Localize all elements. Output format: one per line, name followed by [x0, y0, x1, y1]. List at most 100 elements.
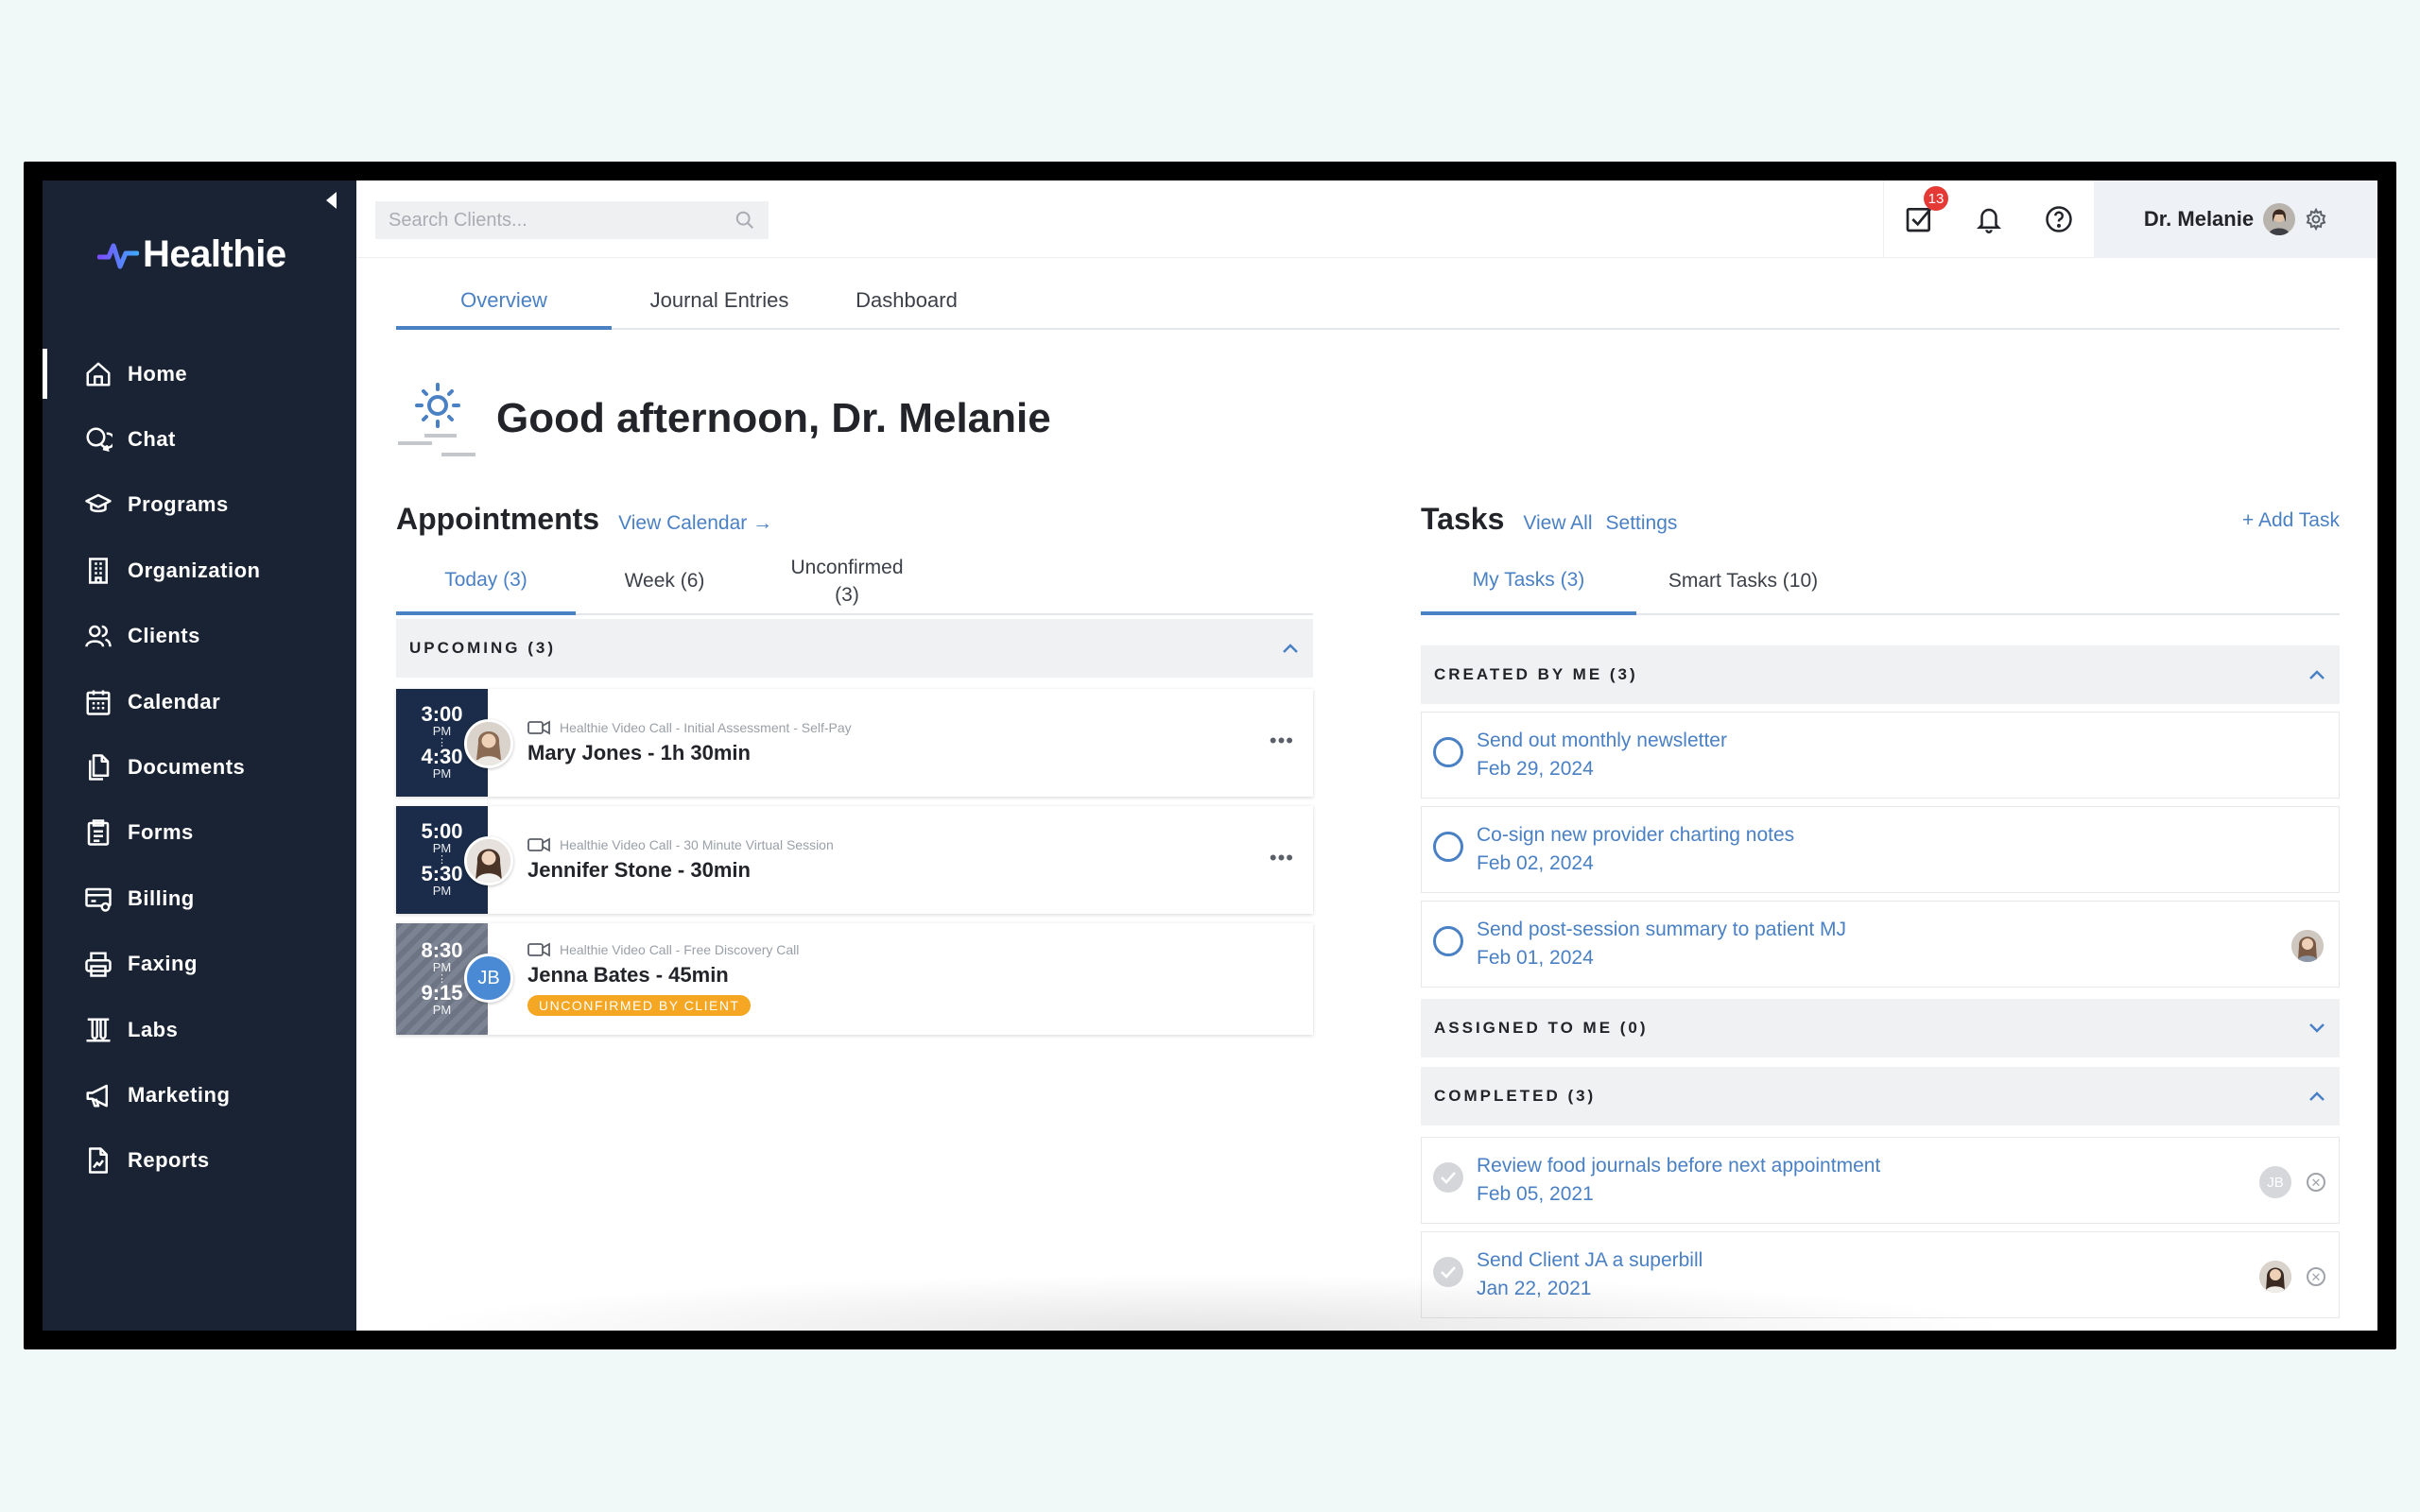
assigned-to-me-group-header[interactable]: ASSIGNED TO ME (0) [1421, 999, 2340, 1057]
task-tabs: My Tasks (3) Smart Tasks (10) [1421, 549, 2340, 615]
tab-journal-entries[interactable]: Journal Entries [612, 284, 827, 330]
bell-icon [1976, 208, 2002, 233]
task-row[interactable]: Co-sign new provider charting notes Feb … [1421, 806, 2340, 893]
help-button[interactable] [2024, 180, 2094, 258]
task-row[interactable]: Send post-session summary to patient MJ … [1421, 901, 2340, 988]
more-options-icon[interactable]: ••• [1270, 848, 1294, 868]
sidebar-item-organization[interactable]: Organization [43, 538, 356, 603]
sidebar-item-marketing[interactable]: Marketing [43, 1062, 356, 1127]
task-date: Feb 29, 2024 [1477, 758, 1594, 780]
chevron-up-icon [2309, 670, 2325, 679]
appointment-tabs: Today (3) Week (6) Unconfirmed (3) [396, 549, 1313, 615]
sidebar-item-label: Organization [128, 558, 261, 582]
sidebar-item-label: Calendar [128, 689, 221, 713]
sidebar-item-clients[interactable]: Clients [43, 604, 356, 669]
tab-today[interactable]: Today (3) [396, 549, 576, 615]
sidebar-item-label: Faxing [128, 952, 198, 976]
sidebar-item-chat[interactable]: Chat [43, 406, 356, 472]
task-row[interactable]: Send out monthly newsletter Feb 29, 2024 [1421, 712, 2340, 799]
avatar [2291, 930, 2324, 962]
sidebar-item-labs[interactable]: Labs [43, 997, 356, 1062]
sidebar-item-documents[interactable]: Documents [43, 734, 356, 799]
tab-overview[interactable]: Overview [396, 284, 612, 330]
view-all-link[interactable]: View All [1523, 512, 1592, 535]
sidebar-item-label: Labs [128, 1017, 179, 1041]
main-tabs: Overview Journal Entries Dashboard [396, 284, 2340, 330]
app-window: Healthie Home Chat Programs Organization [43, 180, 2377, 1331]
documents-icon [82, 751, 114, 783]
user-menu[interactable]: Dr. Melanie [2094, 180, 2377, 258]
top-bar: 13 Dr. Melanie [356, 180, 2377, 258]
sun-icon [398, 383, 475, 456]
sidebar-item-label: Reports [128, 1148, 210, 1173]
search-icon[interactable] [735, 210, 755, 231]
tasks-button[interactable]: 13 [1884, 180, 1954, 258]
sidebar-item-label: Programs [128, 492, 229, 517]
sidebar: Healthie Home Chat Programs Organization [43, 180, 356, 1331]
tab-unconfirmed[interactable]: Unconfirmed (3) [753, 549, 941, 613]
task-date: Feb 01, 2024 [1477, 947, 1594, 969]
sidebar-item-faxing[interactable]: Faxing [43, 932, 356, 997]
task-title: Send Client JA a superbill [1477, 1249, 1703, 1271]
tab-dashboard[interactable]: Dashboard [827, 284, 986, 330]
sidebar-item-forms[interactable]: Forms [43, 800, 356, 866]
logo[interactable]: Healthie [97, 233, 286, 276]
page-title: Good afternoon, Dr. Melanie [496, 395, 1051, 441]
completed-group-header[interactable]: COMPLETED (3) [1421, 1067, 2340, 1125]
view-calendar-link[interactable]: View Calendar → [618, 512, 772, 535]
more-options-icon[interactable]: ••• [1270, 730, 1294, 751]
sidebar-nav: Home Chat Programs Organization Clients … [43, 341, 356, 1194]
settings-link[interactable]: Settings [1606, 512, 1678, 535]
upcoming-group-header[interactable]: UPCOMING (3) [396, 619, 1313, 678]
end-ampm: PM [432, 1003, 452, 1018]
appointment-card[interactable]: 3:00 PM ⋮ 4:30 PM Healthie Video Call - … [396, 689, 1313, 797]
task-checkbox[interactable] [1433, 926, 1463, 956]
notifications-button[interactable] [1954, 180, 2024, 258]
task-checkbox[interactable] [1433, 1257, 1463, 1287]
greeting: Good afternoon, Dr. Melanie [396, 375, 1051, 462]
sidebar-item-billing[interactable]: Billing [43, 866, 356, 931]
appointment-card[interactable]: 8:30 PM ⋮ 9:15 PM JB Healthie Video Call… [396, 923, 1313, 1035]
avatar [464, 836, 513, 885]
help-icon [2046, 206, 2072, 232]
tab-unconfirmed-count: (3) [835, 584, 859, 606]
remove-icon[interactable]: ✕ [2307, 1173, 2325, 1192]
add-task-button[interactable]: + Add Task [2242, 509, 2340, 532]
avatar [2263, 203, 2296, 235]
appointments-title: Appointments [396, 502, 600, 536]
sidebar-item-reports[interactable]: Reports [43, 1128, 356, 1194]
tab-my-tasks[interactable]: My Tasks (3) [1421, 549, 1636, 615]
appointment-type: Healthie Video Call - Free Discovery Cal… [560, 942, 800, 957]
task-checkbox[interactable] [1433, 832, 1463, 862]
tab-smart-tasks[interactable]: Smart Tasks (10) [1636, 549, 1850, 613]
chevron-down-icon [2309, 1023, 2325, 1033]
sidebar-item-programs[interactable]: Programs [43, 472, 356, 538]
sidebar-item-calendar[interactable]: Calendar [43, 669, 356, 734]
task-date: Jan 22, 2021 [1477, 1278, 1592, 1299]
appointment-card[interactable]: 5:00 PM ⋮ 5:30 PM Healthie Video Call - … [396, 806, 1313, 914]
end-time: 9:15 [421, 981, 463, 1005]
remove-icon[interactable]: ✕ [2307, 1267, 2325, 1286]
end-ampm: PM [432, 884, 452, 899]
sidebar-item-home[interactable]: Home [43, 341, 356, 406]
created-by-me-group-header[interactable]: CREATED BY ME (3) [1421, 645, 2340, 704]
home-icon [82, 358, 114, 390]
users-icon [82, 620, 114, 652]
task-row[interactable]: Review food journals before next appoint… [1421, 1137, 2340, 1224]
search-input[interactable] [389, 209, 735, 232]
checkmark-icon [1441, 1172, 1456, 1184]
avatar: JB [2259, 1166, 2291, 1198]
video-camera-icon [527, 837, 550, 852]
task-checkbox[interactable] [1433, 1162, 1463, 1193]
collapse-sidebar-icon[interactable] [326, 192, 337, 209]
start-time: 5:00 [421, 819, 463, 844]
tab-week[interactable]: Week (6) [576, 549, 753, 613]
chat-icon [82, 423, 114, 455]
task-row[interactable]: Send Client JA a superbill Jan 22, 2021 … [1421, 1231, 2340, 1318]
gear-icon[interactable] [2305, 208, 2327, 231]
start-time: 3:00 [421, 702, 463, 727]
task-checkbox[interactable] [1433, 737, 1463, 767]
clipboard-icon [82, 816, 114, 849]
end-ampm: PM [432, 766, 452, 782]
printer-icon [82, 948, 114, 980]
